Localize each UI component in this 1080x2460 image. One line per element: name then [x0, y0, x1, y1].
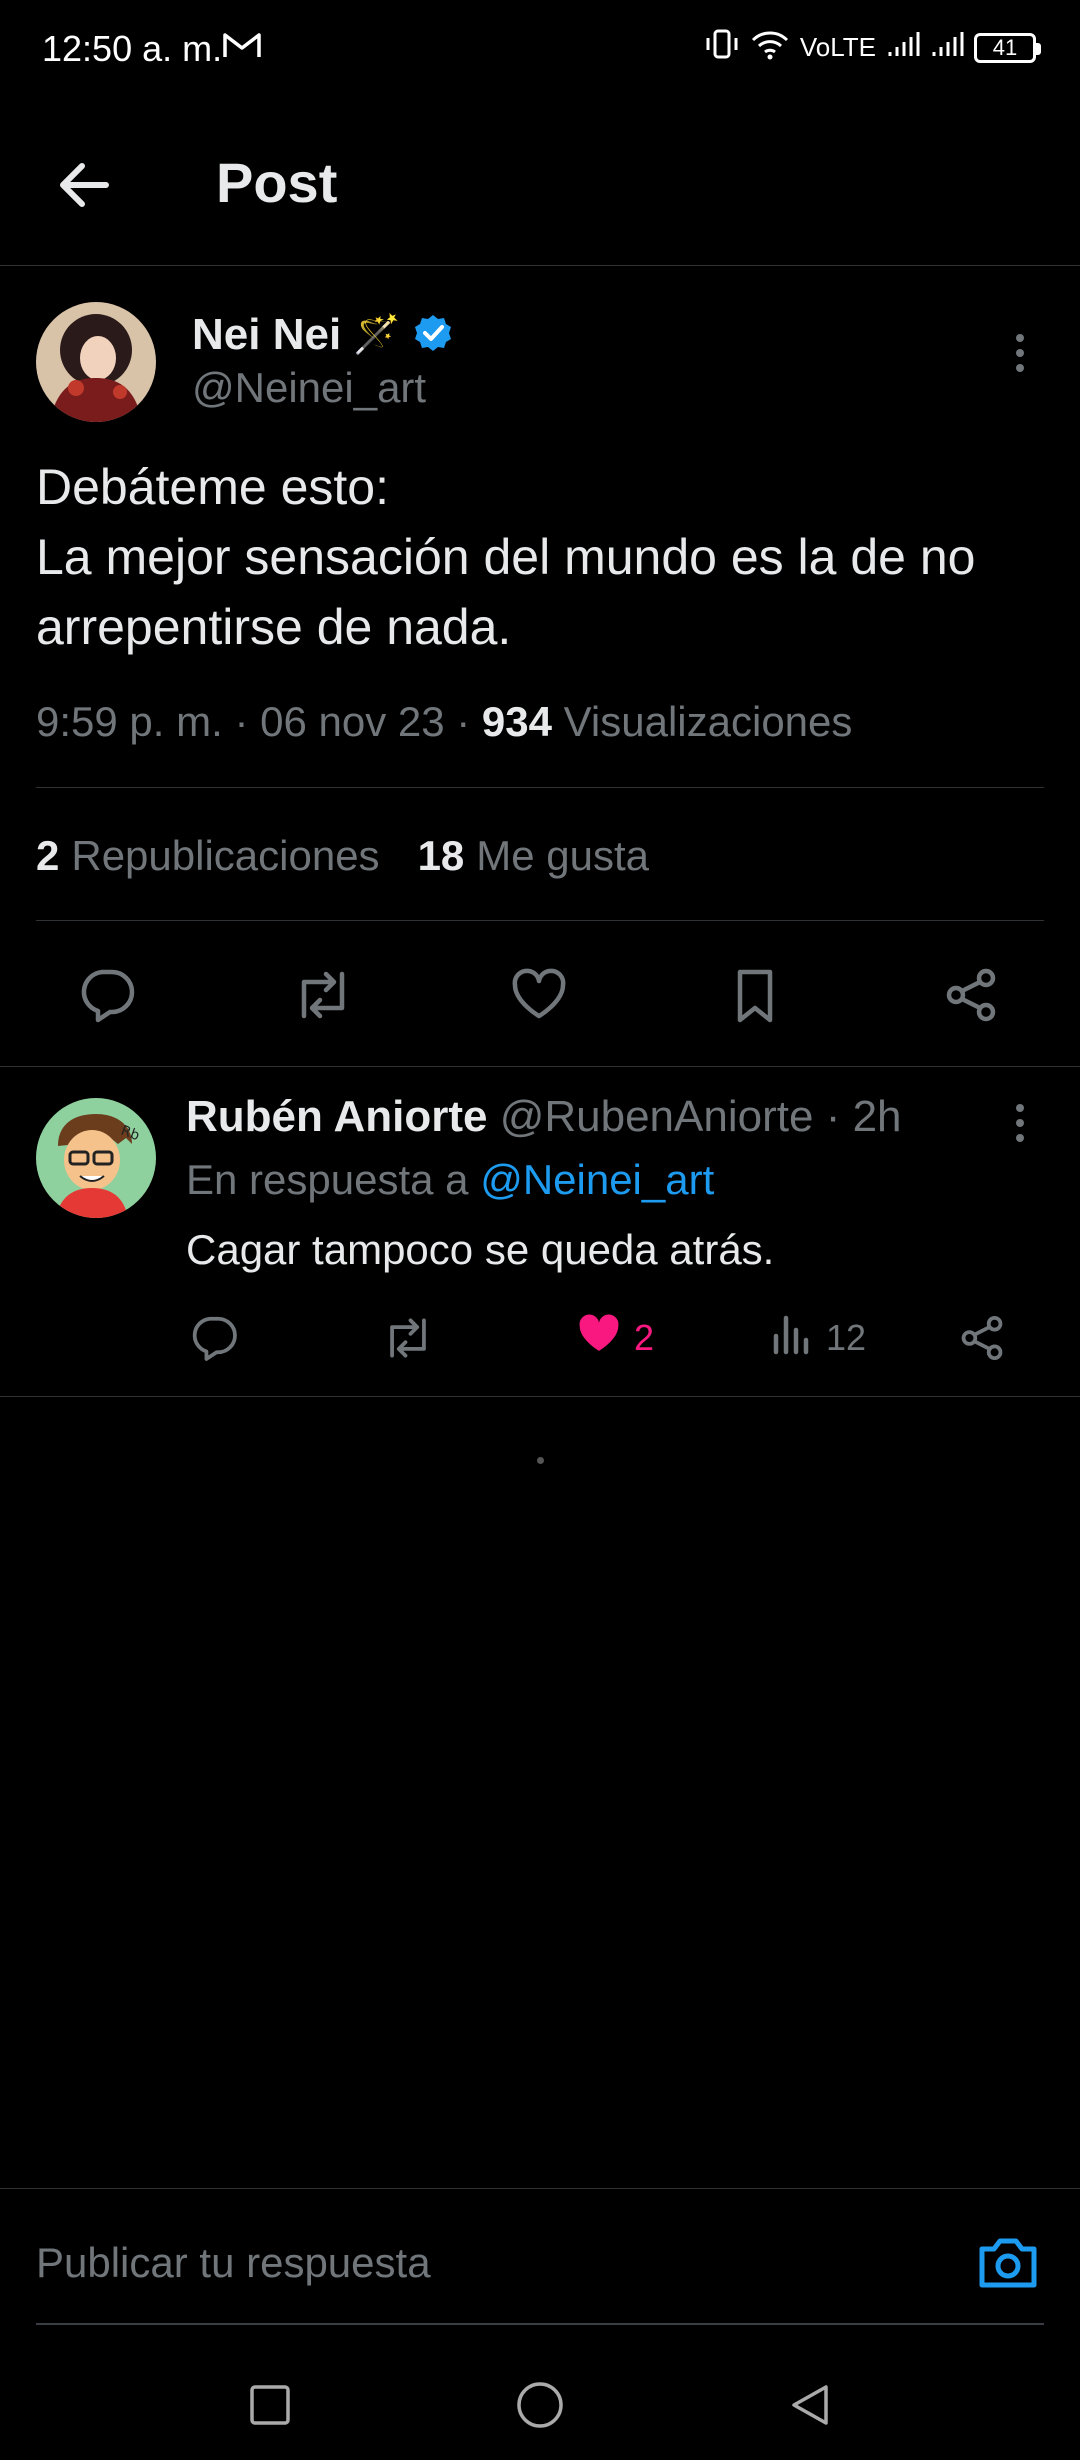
screen: 12:50 a. m. VoLTE 41 Post Nei Nei 🪄 @Nei… [0, 0, 1080, 2460]
camera-icon[interactable] [976, 2235, 1040, 2291]
signal-icon-2 [930, 28, 964, 67]
reply-likes-count: 2 [634, 1317, 655, 1358]
divider [0, 1396, 1080, 1397]
status-time: 12:50 a. m. [42, 28, 223, 69]
network-label: VoLTE [799, 32, 876, 62]
more-options-icon[interactable] [1010, 330, 1030, 376]
recent-apps-icon[interactable] [245, 2380, 295, 2430]
home-icon[interactable] [515, 2380, 565, 2430]
back-arrow-icon[interactable] [50, 150, 120, 220]
likes-stat[interactable]: 18 Me gusta [418, 832, 649, 880]
repost-icon[interactable] [288, 960, 358, 1030]
battery-indicator: 41 [974, 32, 1041, 63]
post-text: Debáteme esto: La mejor sensación del mu… [36, 459, 976, 655]
back-triangle-icon[interactable] [785, 2380, 835, 2430]
views-label[interactable]: Visualizaciones [564, 698, 853, 745]
post-meta: 9:59 p. m. · 06 nov 23 · 934 Visualizaci… [36, 698, 853, 745]
analytics-icon [768, 1310, 816, 1367]
divider [36, 787, 1044, 788]
likes-label: Me gusta [476, 832, 650, 879]
author-handle[interactable]: @Neinei_art [192, 364, 426, 412]
reply-repost-icon[interactable] [380, 1310, 436, 1366]
reply-reply-icon[interactable] [188, 1310, 240, 1366]
reply-like-button[interactable]: 2 [574, 1310, 654, 1366]
reply-input[interactable] [36, 2239, 936, 2287]
like-heart-icon[interactable] [504, 960, 574, 1030]
reply-views-count: 12 [826, 1317, 867, 1358]
verified-badge-icon [413, 313, 453, 358]
reply-author-name[interactable]: Rubén Aniorte [186, 1092, 487, 1141]
reply-author-handle[interactable]: @RubenAniorte [500, 1092, 814, 1141]
gmail-icon [222, 30, 262, 65]
reply-context: En respuesta a @Neinei_art [186, 1156, 714, 1204]
reply-icon[interactable] [72, 960, 142, 1030]
post-stats: 2 Republicaciones 18 Me gusta [36, 832, 649, 880]
post-time: 9:59 p. m. [36, 698, 223, 745]
status-icons: VoLTE 41 [704, 28, 1041, 67]
wifi-icon [750, 28, 790, 67]
avatar[interactable] [36, 302, 156, 422]
reposts-count: 2 [36, 832, 60, 879]
author-name[interactable]: Nei Nei [192, 310, 341, 360]
reply-composer [0, 2188, 1080, 2328]
header: Post [0, 118, 1080, 266]
reply-action-bar: 2 12 [0, 1310, 1080, 1370]
reply-age: 2h [852, 1092, 902, 1141]
post-action-bar [0, 960, 1080, 1060]
reposts-label: Republicaciones [71, 832, 380, 879]
reply-to-label: En respuesta a [186, 1156, 469, 1203]
views-count: 934 [481, 698, 552, 745]
reply-share-icon[interactable] [956, 1310, 1008, 1366]
reply-to-mention[interactable]: @Neinei_art [480, 1156, 714, 1203]
bookmark-icon[interactable] [720, 960, 790, 1030]
reply-header: Rubén Aniorte @RubenAniorte · 2h [186, 1092, 902, 1141]
author-emoji: 🪄 [353, 314, 401, 356]
reposts-stat[interactable]: 2 Republicaciones [36, 832, 380, 880]
reply-text: Cagar tampoco se queda atrás. [186, 1226, 775, 1273]
vibrate-icon [704, 28, 740, 67]
input-underline [36, 2323, 1044, 2325]
heart-filled-icon [574, 1309, 624, 1368]
status-bar: 12:50 a. m. VoLTE 41 [0, 0, 1080, 100]
post-date: 06 nov 23 [260, 698, 445, 745]
divider [36, 920, 1044, 921]
loading-indicator [537, 1457, 544, 1464]
reply-more-options-icon[interactable] [1010, 1100, 1030, 1146]
likes-count: 18 [417, 832, 465, 879]
reply-avatar[interactable]: Rb [36, 1098, 156, 1218]
page-title: Post [216, 151, 338, 214]
reply-views-button[interactable]: 12 [768, 1310, 866, 1366]
system-navigation-bar [0, 2340, 1080, 2460]
signal-icon-1 [886, 28, 920, 67]
divider [0, 1066, 1080, 1067]
post-author-row: Nei Nei 🪄 [192, 310, 453, 360]
share-icon[interactable] [936, 960, 1006, 1030]
